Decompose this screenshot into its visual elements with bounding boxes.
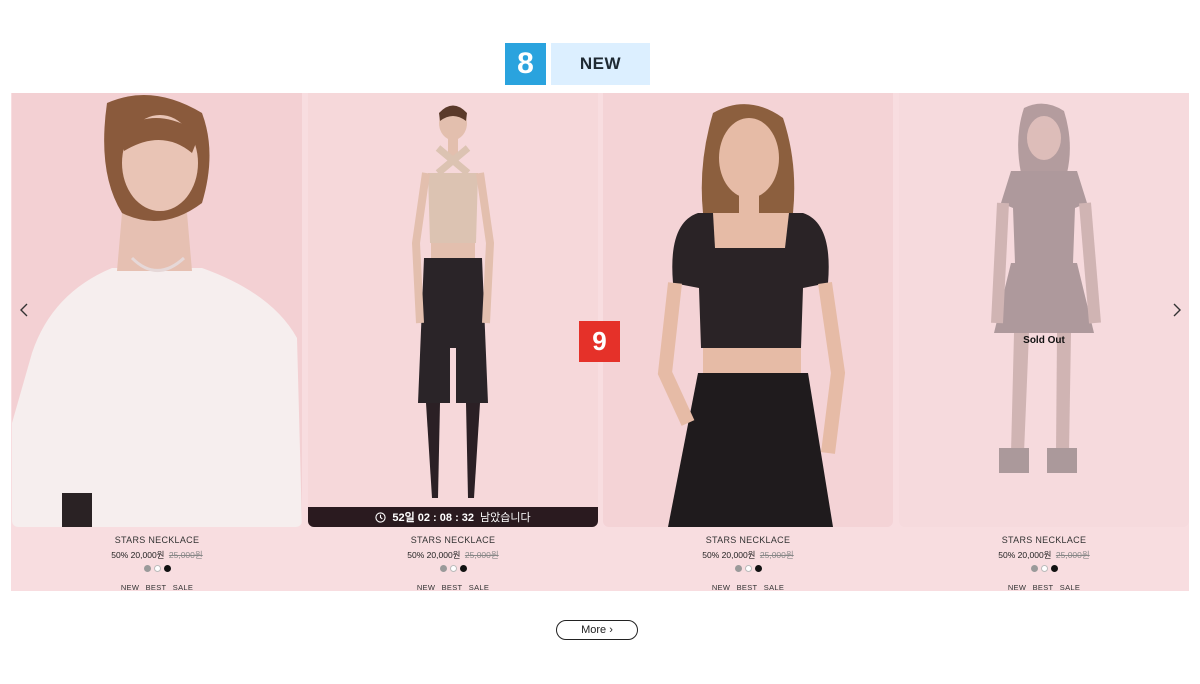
discount-rate: 50% — [407, 550, 425, 560]
color-swatches — [308, 565, 598, 572]
badge-best: BEST — [1032, 583, 1054, 591]
countdown-suffix: 남았습니다 — [480, 512, 531, 524]
chevron-left-icon[interactable] — [14, 298, 34, 322]
original-price: 25,000원 — [759, 550, 794, 560]
product-price: 50% 20,000원 25,000원 — [12, 549, 302, 561]
sale-price: 20,000원 — [1017, 550, 1052, 560]
sale-price: 20,000원 — [721, 550, 756, 560]
product-card[interactable]: Sold Out STARS NECKLACE 50% 20,000원 25,0… — [899, 93, 1189, 591]
sold-out-label: Sold Out — [1023, 335, 1065, 346]
countdown-value: 52일 02 : 08 : 32 — [392, 512, 475, 524]
section-title: NEW — [551, 43, 650, 85]
countdown-timer: 52일 02 : 08 : 32 남았습니다 — [308, 507, 598, 527]
product-card[interactable]: STARS NECKLACE 50% 20,000원 25,000원 NEW B… — [603, 93, 893, 591]
color-swatch-gray[interactable] — [143, 565, 151, 572]
badge-best: BEST — [145, 583, 167, 591]
badge-new: NEW — [416, 583, 436, 591]
badge-best: BEST — [441, 583, 463, 591]
color-swatch-gray[interactable] — [1030, 565, 1038, 572]
badge-new: NEW — [120, 583, 140, 591]
product-price: 50% 20,000원 25,000원 — [308, 549, 598, 561]
badge-sale: SALE — [763, 583, 785, 591]
badge-sale: SALE — [468, 583, 490, 591]
original-price: 25,000원 — [1055, 550, 1090, 560]
badge-sale: SALE — [172, 583, 194, 591]
clock-icon — [375, 511, 386, 523]
product-badges: NEW BEST SALE — [12, 583, 302, 591]
chevron-right-icon[interactable] — [1167, 298, 1187, 322]
product-name[interactable]: STARS NECKLACE — [899, 535, 1189, 545]
product-price: 50% 20,000원 25,000원 — [603, 549, 893, 561]
product-badges: NEW BEST SALE — [308, 583, 598, 591]
product-image[interactable]: Sold Out — [899, 93, 1189, 527]
color-swatch-black[interactable] — [163, 565, 171, 572]
product-image[interactable] — [603, 93, 893, 527]
product-price: 50% 20,000원 25,000원 — [899, 549, 1189, 561]
sale-price: 20,000원 — [426, 550, 461, 560]
discount-rate: 50% — [111, 550, 129, 560]
badge-sale: SALE — [1059, 583, 1081, 591]
color-swatch-white[interactable] — [153, 565, 161, 572]
color-swatch-black[interactable] — [1050, 565, 1058, 572]
product-image[interactable]: 52일 02 : 08 : 32 남았습니다 — [308, 93, 598, 527]
color-swatch-white[interactable] — [1040, 565, 1048, 572]
section-number-badge: 8 — [505, 43, 546, 85]
color-swatches — [899, 565, 1189, 572]
annotation-number-badge: 9 — [579, 321, 620, 362]
sale-price: 20,000원 — [130, 550, 165, 560]
product-name[interactable]: STARS NECKLACE — [12, 535, 302, 545]
color-swatches — [603, 565, 893, 572]
badge-new: NEW — [1007, 583, 1027, 591]
color-swatch-black[interactable] — [754, 565, 762, 572]
discount-rate: 50% — [702, 550, 720, 560]
more-button[interactable]: More › — [556, 620, 638, 640]
original-price: 25,000원 — [464, 550, 499, 560]
color-swatch-gray[interactable] — [734, 565, 742, 572]
product-image[interactable] — [12, 93, 302, 527]
badge-new: NEW — [711, 583, 731, 591]
badge-best: BEST — [736, 583, 758, 591]
color-swatch-white[interactable] — [744, 565, 752, 572]
color-swatch-white[interactable] — [449, 565, 457, 572]
product-name[interactable]: STARS NECKLACE — [603, 535, 893, 545]
product-badges: NEW BEST SALE — [603, 583, 893, 591]
color-swatches — [12, 565, 302, 572]
product-badges: NEW BEST SALE — [899, 583, 1189, 591]
product-card[interactable]: 52일 02 : 08 : 32 남았습니다 STARS NECKLACE 50… — [308, 93, 598, 591]
product-name[interactable]: STARS NECKLACE — [308, 535, 598, 545]
color-swatch-black[interactable] — [459, 565, 467, 572]
discount-rate: 50% — [998, 550, 1016, 560]
color-swatch-gray[interactable] — [439, 565, 447, 572]
original-price: 25,000원 — [168, 550, 203, 560]
product-card[interactable]: STARS NECKLACE 50% 20,000원 25,000원 NEW B… — [12, 93, 302, 591]
